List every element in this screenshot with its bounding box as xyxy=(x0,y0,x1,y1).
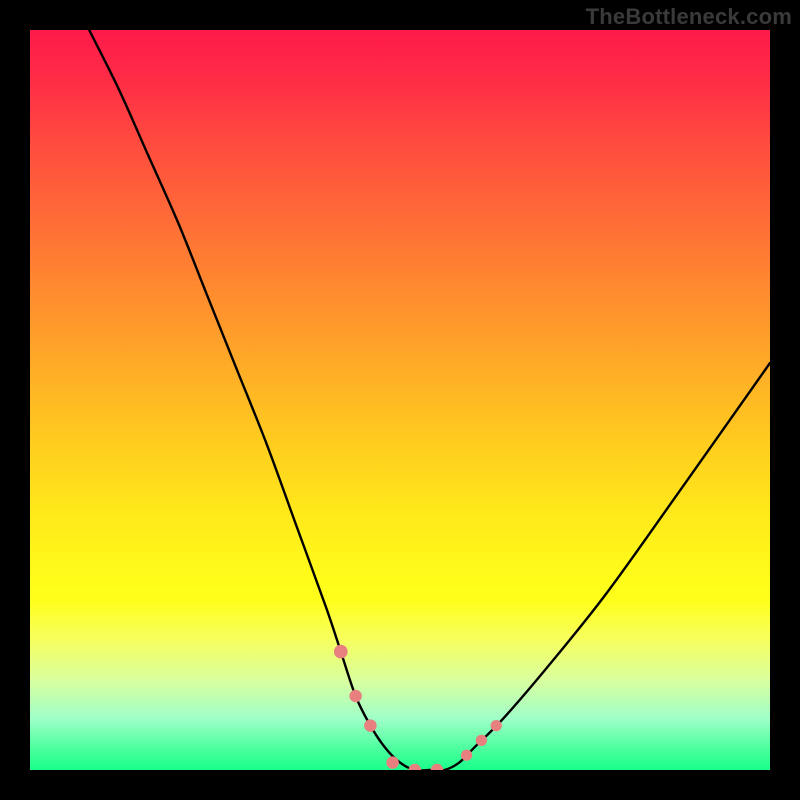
watermark-text: TheBottleneck.com xyxy=(586,4,792,30)
dot-right-2 xyxy=(476,735,487,746)
dot-left-3 xyxy=(364,719,377,732)
dot-left-1 xyxy=(334,645,348,659)
chart-svg xyxy=(30,30,770,770)
markers-group xyxy=(334,645,502,770)
bottleneck-curve xyxy=(89,30,770,770)
dot-bottom-1 xyxy=(386,756,399,769)
plot-area xyxy=(30,30,770,770)
dot-bottom-3 xyxy=(431,764,444,770)
dot-bottom-2 xyxy=(409,764,422,770)
dot-left-2 xyxy=(349,690,362,703)
dot-right-3 xyxy=(491,720,502,731)
dot-right-1 xyxy=(461,750,472,761)
chart-frame: TheBottleneck.com xyxy=(0,0,800,800)
